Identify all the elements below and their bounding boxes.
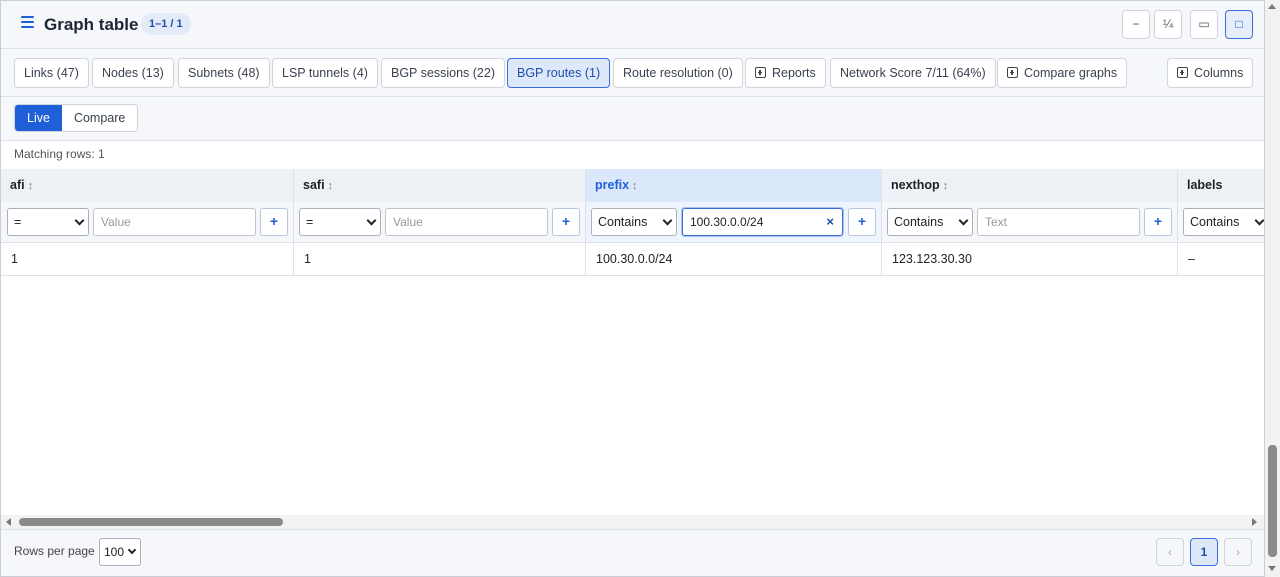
tab-compare-graphs[interactable]: Compare graphs [997,58,1128,88]
tab-bgp-sessions[interactable]: BGP sessions (22) [381,58,505,88]
row-count-badge: 1–1 / 1 [141,13,191,35]
tab-reports[interactable]: Reports [745,58,826,88]
afi-value-input[interactable]: Value [93,208,256,236]
page-1-button[interactable]: 1 [1190,538,1218,566]
cell-prefix: 100.30.0.0/24 [586,243,882,276]
graph-table-panel: Graph table 1–1 / 1 − ¼ ▭ □ Links (47) N… [0,0,1265,577]
sort-icon[interactable]: ↕ [28,180,34,192]
prefix-operator-select[interactable]: Contains [591,208,677,236]
vertical-scroll-thumb[interactable] [1268,445,1277,557]
scroll-up-icon[interactable] [1268,4,1276,9]
table-footer: Rows per page 100 ‹ 1 › [1,529,1264,576]
tabs-bar: Links (47) Nodes (13) Subnets (48) LSP t… [1,49,1264,97]
compare-mode-button[interactable]: Compare [62,105,137,131]
data-table: afi ↕ safi ↕ prefix ↕ nexthop ↕ labels = Val… [1,169,1264,515]
vertical-scrollbar[interactable] [1265,0,1280,577]
prefix-add-filter-button[interactable]: + [848,208,876,236]
column-header-label: nexthop [891,178,940,192]
labels-operator-select[interactable]: Contains [1183,208,1264,236]
filter-afi: = Value + [1,202,294,243]
chevron-down-icon [1254,215,1264,226]
tab-bgp-routes[interactable]: BGP routes (1) [507,58,611,88]
minimize-button[interactable]: − [1122,10,1150,39]
clear-icon[interactable]: × [826,209,834,235]
rows-per-page-select[interactable]: 100 [99,538,141,566]
column-header-label: labels [1187,178,1223,192]
prefix-filter-text: 100.30.0.0/24 [690,215,764,229]
column-header-label: prefix [595,178,630,192]
column-header-label: safi [303,178,325,192]
cell-safi: 1 [294,243,586,276]
column-header-prefix[interactable]: prefix ↕ [586,169,882,202]
sort-icon[interactable]: ↕ [632,180,638,192]
safi-value-input[interactable]: Value [385,208,548,236]
tab-subnets[interactable]: Subnets (48) [178,58,270,88]
panel-header: Graph table 1–1 / 1 − ¼ ▭ □ [1,1,1264,49]
scroll-right-icon[interactable] [1252,518,1257,526]
rows-per-page-label: Rows per page [14,544,95,558]
live-mode-button[interactable]: Live [15,105,62,131]
filter-safi: = Value + [294,202,586,243]
column-header-afi[interactable]: afi ↕ [1,169,294,202]
sort-icon[interactable]: ↕ [328,180,334,192]
cell-nexthop: 123.123.30.30 [882,243,1178,276]
mode-bar: Live Compare [1,97,1264,141]
nexthop-operator-select[interactable]: Contains [887,208,973,236]
tab-lsp-tunnels[interactable]: LSP tunnels (4) [272,58,378,88]
expand-icon [1177,67,1188,78]
page-title: Graph table [44,15,139,34]
tab-reports-label: Reports [772,66,816,80]
tab-nodes[interactable]: Nodes (13) [92,58,174,88]
tab-compare-graphs-label: Compare graphs [1024,66,1118,80]
chevron-down-icon [366,215,377,226]
filter-nexthop: Contains Text + [882,202,1178,243]
column-header-label: afi [10,178,25,192]
cell-afi: 1 [1,243,294,276]
cell-labels: – [1178,243,1264,276]
chevron-down-icon [74,215,85,226]
filter-labels: Contains [1178,202,1264,243]
nexthop-value-input[interactable]: Text [977,208,1140,236]
column-header-labels[interactable]: labels [1178,169,1264,202]
scroll-down-icon[interactable] [1268,566,1276,571]
tab-links[interactable]: Links (47) [14,58,89,88]
mode-toggle: Live Compare [14,104,139,132]
tab-network-score[interactable]: Network Score 7/11 (64%) [830,58,996,88]
chevron-down-icon [662,215,673,226]
safi-operator-select[interactable]: = [299,208,381,236]
expand-icon [1007,67,1018,78]
chevron-down-icon [958,215,969,226]
scroll-left-icon[interactable] [6,518,11,526]
quarter-size-button[interactable]: ¼ [1154,10,1182,39]
nexthop-add-filter-button[interactable]: + [1144,208,1172,236]
sort-icon[interactable]: ↕ [943,180,949,192]
columns-button-label: Columns [1194,66,1244,80]
safi-add-filter-button[interactable]: + [552,208,580,236]
afi-add-filter-button[interactable]: + [260,208,288,236]
column-header-nexthop[interactable]: nexthop ↕ [882,169,1178,202]
horizontal-scroll-thumb[interactable] [19,518,283,526]
chevron-down-icon [127,545,137,555]
tab-route-resolution[interactable]: Route resolution (0) [613,58,743,88]
menu-icon[interactable] [21,16,35,30]
prefix-value-input[interactable]: 100.30.0.0/24 × [682,208,843,236]
filter-prefix: Contains 100.30.0.0/24 × + [586,202,882,243]
column-header-safi[interactable]: safi ↕ [294,169,586,202]
half-size-button[interactable]: ▭ [1190,10,1218,39]
prev-page-button[interactable]: ‹ [1156,538,1184,566]
columns-button[interactable]: Columns [1167,58,1254,88]
matching-rows-count: Matching rows: 1 [14,147,105,161]
afi-operator-select[interactable]: = [7,208,89,236]
expand-icon [755,67,766,78]
horizontal-scrollbar[interactable] [1,515,1264,529]
next-page-button[interactable]: › [1224,538,1252,566]
full-size-button[interactable]: □ [1225,10,1253,39]
